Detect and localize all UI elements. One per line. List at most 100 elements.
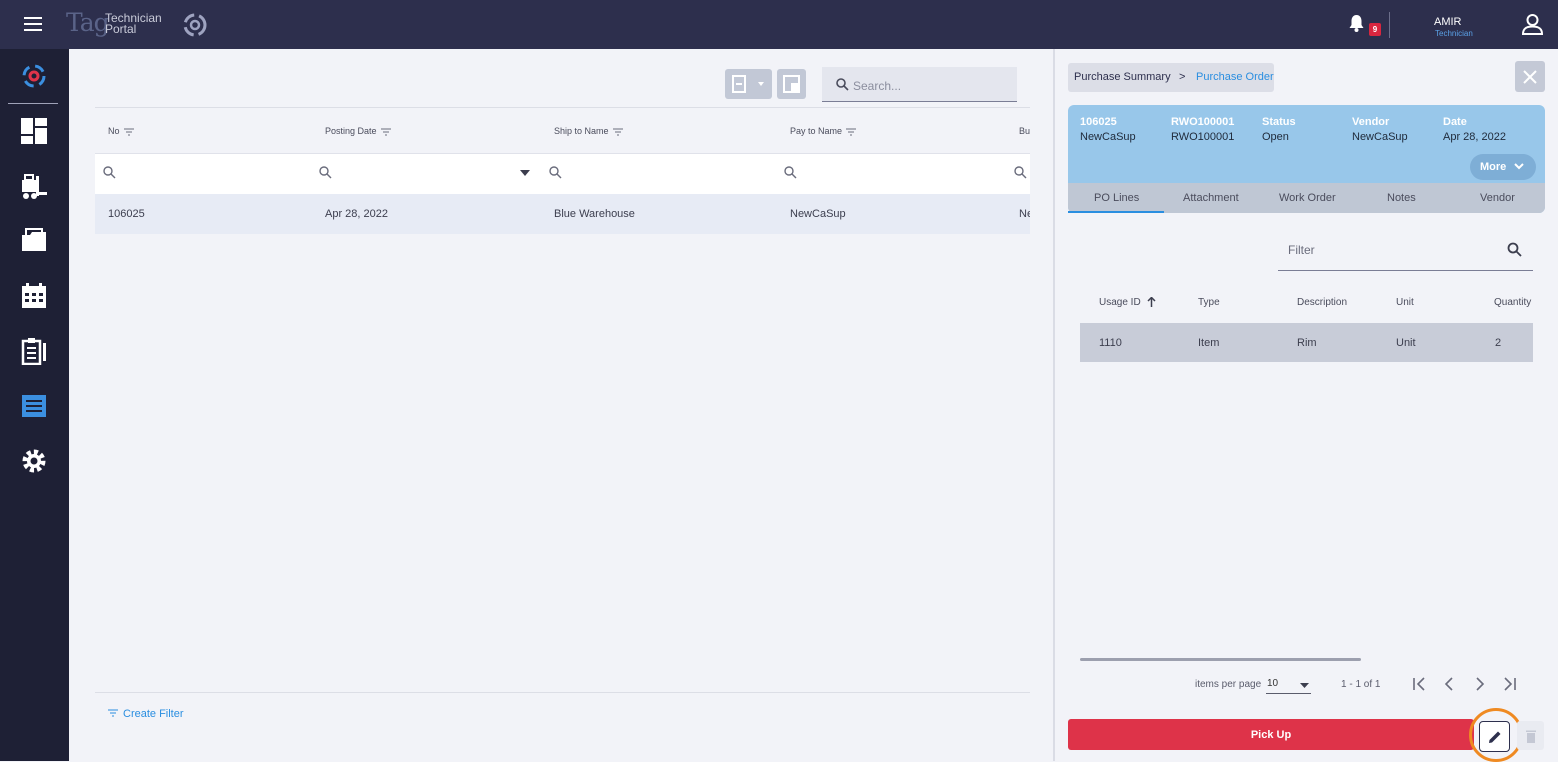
column-header-label: Pay to Name <box>790 126 843 136</box>
logo-line-2: Portal <box>105 22 137 36</box>
delete-button[interactable] <box>1517 721 1544 750</box>
gear-icon <box>22 449 46 473</box>
notebook-icon <box>22 395 46 417</box>
filter-no-search-icon[interactable] <box>103 166 116 179</box>
sidebar-item-dashboard[interactable] <box>17 114 51 148</box>
filter-pay-to-search-icon[interactable] <box>784 166 797 179</box>
column-filter-icon[interactable] <box>380 128 391 136</box>
search-placeholder: Search... <box>853 79 902 93</box>
header-date-value: Apr 28, 2022 <box>1443 131 1506 143</box>
items-per-page-value: 10 <box>1267 678 1279 689</box>
export-dropdown-button[interactable] <box>725 69 772 99</box>
checklist-icon <box>21 338 46 365</box>
items-per-page-select[interactable]: 10 <box>1266 676 1311 694</box>
header-ref-title: RWO100001 <box>1171 116 1235 128</box>
sidebar-item-calendar[interactable] <box>17 279 51 313</box>
first-page-icon[interactable] <box>1412 676 1426 692</box>
column-header-label: Ship to Name <box>554 126 609 136</box>
line-header-label: Usage ID <box>1099 297 1141 308</box>
chevron-down-icon[interactable] <box>520 170 530 176</box>
active-tab-indicator <box>1068 211 1164 213</box>
items-per-page-label: items per page <box>1195 679 1262 690</box>
forklift-icon <box>22 174 47 199</box>
user-account-icon[interactable] <box>1521 13 1544 36</box>
line-header-usage-id[interactable]: Usage ID <box>1099 296 1156 308</box>
sidebar-item-purchasing[interactable] <box>17 389 51 423</box>
header-status-title: Status <box>1262 116 1296 128</box>
breadcrumb-current[interactable]: Purchase Order <box>1196 71 1274 83</box>
breadcrumb-separator: > <box>1179 71 1186 83</box>
tab-work-order[interactable]: Work Order <box>1279 192 1336 204</box>
notification-bell-icon[interactable] <box>1348 14 1365 33</box>
previous-page-icon[interactable] <box>1443 676 1455 692</box>
header-status-value: Open <box>1262 131 1289 143</box>
columns-icon <box>783 75 800 93</box>
folder-icon <box>22 228 46 251</box>
tab-po-lines[interactable]: PO Lines <box>1094 192 1139 204</box>
po-lines-filter-input[interactable]: Filter <box>1278 233 1533 271</box>
column-header-pay-to-name[interactable]: Pay to Name <box>790 126 857 136</box>
trash-icon <box>1525 730 1536 743</box>
filter-ship-to-search-icon[interactable] <box>549 166 562 179</box>
column-chooser-button[interactable] <box>777 69 806 99</box>
user-role: Technician <box>1435 29 1473 38</box>
logo-subtitle: Technician Portal <box>105 12 162 36</box>
search-icon <box>1507 242 1522 257</box>
user-name: AMIR <box>1434 16 1462 28</box>
column-header-posting-date[interactable]: Posting Date <box>325 126 391 136</box>
sort-ascending-icon <box>1147 296 1156 308</box>
line-header-quantity[interactable]: Quantity <box>1494 297 1531 308</box>
edit-button[interactable] <box>1479 721 1510 752</box>
create-filter-label: Create Filter <box>123 708 184 720</box>
sidebar-item-settings[interactable] <box>17 444 51 478</box>
sidebar-item-inventory[interactable] <box>17 169 51 203</box>
tab-attachment[interactable]: Attachment <box>1183 192 1239 204</box>
tab-vendor[interactable]: Vendor <box>1480 192 1515 204</box>
cell-ship-to-name: Blue Warehouse <box>554 208 635 220</box>
hamburger-menu-icon[interactable] <box>24 17 42 31</box>
line-header-unit[interactable]: Unit <box>1396 297 1414 308</box>
more-button[interactable]: More <box>1470 154 1536 180</box>
pick-up-button[interactable]: Pick Up <box>1068 719 1474 750</box>
column-header-bu[interactable]: Bu <box>1019 126 1030 136</box>
more-button-label: More <box>1480 161 1507 173</box>
filter-posting-date-search-icon[interactable] <box>319 166 332 179</box>
chevron-down-icon <box>1300 683 1309 688</box>
filter-placeholder: Filter <box>1288 243 1315 257</box>
header-ref-value: RWO100001 <box>1171 131 1235 143</box>
sidebar-item-documents[interactable] <box>17 224 51 258</box>
line-cell-type: Item <box>1198 337 1220 349</box>
header-order-vendor: NewCaSup <box>1080 131 1136 143</box>
line-header-description[interactable]: Description <box>1297 297 1347 308</box>
horizontal-scrollbar[interactable] <box>1080 658 1361 661</box>
create-filter-link[interactable]: Create Filter <box>108 708 184 720</box>
column-header-no[interactable]: No <box>108 126 134 136</box>
line-cell-description: Rim <box>1297 337 1317 349</box>
column-header-label: Bu <box>1019 126 1031 136</box>
close-icon <box>1523 70 1537 84</box>
filter-bu-search-icon[interactable] <box>1014 166 1027 179</box>
pagination-range: 1 - 1 of 1 <box>1341 679 1381 690</box>
header-order-number: 106025 <box>1080 116 1117 128</box>
column-filter-icon[interactable] <box>846 128 857 136</box>
pencil-icon <box>1488 731 1500 743</box>
breadcrumb-parent[interactable]: Purchase Summary <box>1074 71 1171 83</box>
topbar-divider <box>1389 12 1390 38</box>
next-page-icon[interactable] <box>1474 676 1486 692</box>
breadcrumb: Purchase Summary > Purchase Order <box>1068 63 1274 92</box>
cell-no: 106025 <box>108 208 145 220</box>
column-filter-icon[interactable] <box>123 128 134 136</box>
line-cell-usage-id: 1110 <box>1099 337 1122 349</box>
column-header-label: No <box>108 126 120 136</box>
tab-notes[interactable]: Notes <box>1387 192 1416 204</box>
column-filter-icon[interactable] <box>612 128 623 136</box>
column-header-ship-to-name[interactable]: Ship to Name <box>554 126 623 136</box>
sidebar-item-checklist[interactable] <box>17 334 51 368</box>
close-panel-button[interactable] <box>1515 61 1545 92</box>
line-header-type[interactable]: Type <box>1198 297 1220 308</box>
notification-count-badge: 9 <box>1369 23 1381 36</box>
last-page-icon[interactable] <box>1503 676 1517 692</box>
header-vendor-title: Vendor <box>1352 116 1390 128</box>
search-input[interactable]: Search... <box>822 67 1017 102</box>
sidebar-item-home[interactable] <box>17 59 51 93</box>
